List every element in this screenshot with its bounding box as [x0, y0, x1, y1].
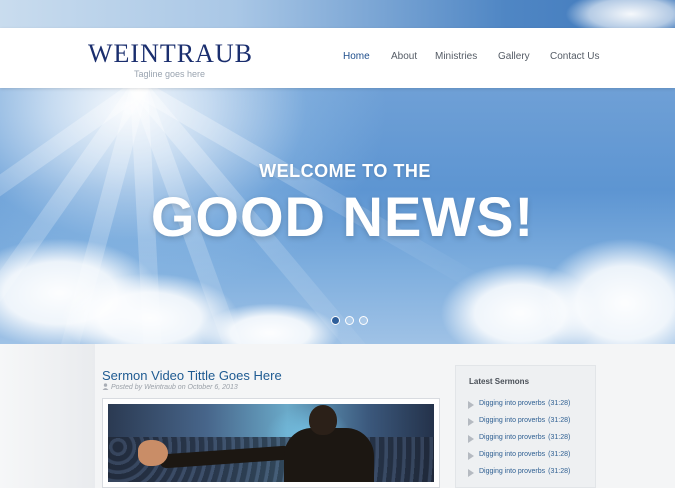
slide-dot-1[interactable]	[331, 316, 340, 325]
sermon-link[interactable]: Digging into proverbs (31:28)	[479, 417, 570, 424]
sermon-link[interactable]: Digging into proverbs (31:28)	[479, 400, 570, 407]
site-header: WEINTRAUB Tagline goes here Home About M…	[0, 28, 675, 88]
sermon-video[interactable]	[102, 398, 440, 488]
arrow-right-icon	[468, 435, 474, 443]
slide-dot-2[interactable]	[345, 316, 354, 325]
hero-slider: WELCOME TO THE GOOD NEWS!	[0, 88, 675, 344]
slide-dot-3[interactable]	[359, 316, 368, 325]
left-gutter	[0, 344, 95, 488]
latest-sermons-widget: Latest Sermons Digging into proverbs (31:…	[455, 365, 596, 488]
speaker-hand	[138, 440, 168, 466]
sermon-item[interactable]: Digging into proverbs (31:28)	[468, 400, 593, 417]
user-icon	[102, 383, 109, 390]
arrow-right-icon	[468, 469, 474, 477]
sermon-item[interactable]: Digging into proverbs (31:28)	[468, 417, 593, 434]
sermon-label: Digging into proverbs	[479, 451, 546, 458]
speaker-body	[284, 428, 374, 482]
sermon-list: Digging into proverbs (31:28) Digging int…	[468, 400, 593, 485]
site-tagline: Tagline goes here	[134, 69, 206, 79]
sermon-duration: (31:28)	[548, 417, 571, 424]
post-meta: Posted by Weintraub on October 6, 2013	[102, 383, 238, 391]
nav-contact-us[interactable]: Contact Us	[550, 51, 599, 62]
video-thumbnail[interactable]	[108, 404, 434, 482]
top-cloud	[565, 0, 675, 28]
sermon-label: Digging into proverbs	[479, 417, 546, 424]
arrow-right-icon	[468, 401, 474, 409]
arrow-right-icon	[468, 452, 474, 460]
sermon-item[interactable]: Digging into proverbs (31:28)	[468, 468, 593, 485]
cloud	[540, 238, 675, 344]
sermon-duration: (31:28)	[548, 400, 571, 407]
post-meta-text: Posted by Weintraub on October 6, 2013	[111, 384, 238, 391]
hero-subtitle: WELCOME TO THE	[259, 161, 431, 181]
nav-about[interactable]: About	[391, 51, 417, 62]
sermon-duration: (31:28)	[548, 468, 571, 475]
speaker-head	[309, 405, 337, 435]
sermon-item[interactable]: Digging into proverbs (31:28)	[468, 451, 593, 468]
nav-gallery[interactable]: Gallery	[498, 51, 530, 62]
sermon-label: Digging into proverbs	[479, 468, 546, 475]
sermon-link[interactable]: Digging into proverbs (31:28)	[479, 434, 570, 441]
sermon-item[interactable]: Digging into proverbs (31:28)	[468, 434, 593, 451]
hero-title: GOOD NEWS!	[150, 185, 535, 248]
sermon-link[interactable]: Digging into proverbs (31:28)	[479, 468, 570, 475]
sermon-duration: (31:28)	[548, 451, 571, 458]
arrow-right-icon	[468, 418, 474, 426]
sermon-label: Digging into proverbs	[479, 400, 546, 407]
post-title[interactable]: Sermon Video Tittle Goes Here	[102, 368, 282, 383]
top-sky-strip	[0, 0, 675, 28]
sermon-label: Digging into proverbs	[479, 434, 546, 441]
sermon-link[interactable]: Digging into proverbs (31:28)	[479, 451, 570, 458]
nav-home[interactable]: Home	[343, 51, 370, 62]
nav-ministries[interactable]: Ministries	[435, 51, 477, 62]
widget-title: Latest Sermons	[469, 377, 530, 386]
sermon-duration: (31:28)	[548, 434, 571, 441]
main-nav: Home About Ministries Gallery Contact Us	[0, 51, 675, 67]
